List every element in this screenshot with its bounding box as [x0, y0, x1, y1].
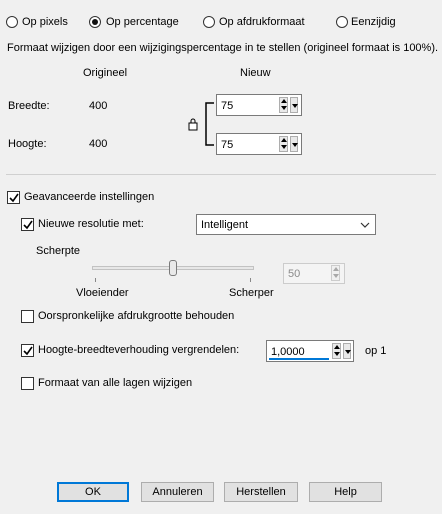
- sharpness-spin-button: [331, 265, 340, 281]
- radio-percentage-label: Op percentage: [106, 16, 179, 28]
- sharpness-label: Scherpte: [36, 245, 81, 257]
- resize-all-layers-checkbox[interactable]: [21, 377, 34, 390]
- width-original-value: 400: [89, 100, 108, 112]
- height-spin-button[interactable]: [279, 136, 288, 152]
- slider-tick-right: [250, 278, 251, 282]
- aspect-ratio-field[interactable]: 1,0000: [266, 340, 354, 362]
- height-dropdown-button[interactable]: [290, 136, 298, 152]
- spin-up-icon: [281, 99, 287, 103]
- chevron-down-icon: [360, 222, 370, 228]
- resolution-method-value: Intelligent: [201, 219, 249, 231]
- focus-underline: [269, 358, 329, 360]
- checkmark-icon: [23, 346, 33, 356]
- spin-up-icon: [281, 138, 287, 142]
- spin-down-icon: [334, 352, 340, 356]
- new-resolution-label[interactable]: Nieuwe resolutie met:: [38, 217, 144, 231]
- radio-print-size[interactable]: [203, 16, 215, 28]
- advanced-settings-label[interactable]: Geavanceerde instellingen: [24, 190, 154, 204]
- new-column-header: Nieuw: [240, 67, 271, 79]
- resolution-method-select[interactable]: Intelligent: [196, 214, 376, 235]
- mode-option-percentage[interactable]: Op percentage: [89, 15, 189, 29]
- slider-thumb[interactable]: [169, 260, 177, 276]
- spin-up-icon: [333, 267, 339, 271]
- width-dropdown-button[interactable]: [290, 97, 298, 113]
- spin-down-icon: [281, 145, 287, 149]
- slider-tick-left: [95, 278, 96, 282]
- advanced-settings-checkbox[interactable]: [7, 191, 20, 204]
- original-column-header: Origineel: [83, 67, 128, 79]
- spin-down-icon: [333, 274, 339, 278]
- link-bracket: [205, 102, 214, 146]
- sharpness-right-label: Scherper: [229, 287, 274, 299]
- mode-option-one-side[interactable]: Eenzijdig: [336, 15, 398, 29]
- height-new-field[interactable]: 75: [216, 133, 302, 155]
- radio-pixels-label: Op pixels: [22, 16, 68, 28]
- sharpness-left-label: Vloeiender: [76, 287, 129, 299]
- radio-pixels[interactable]: [6, 16, 18, 28]
- help-button[interactable]: Help: [309, 482, 382, 502]
- width-new-field[interactable]: 75: [216, 94, 302, 116]
- sharpness-value-field: 50: [283, 263, 345, 284]
- aspect-dropdown-button[interactable]: [343, 343, 351, 359]
- keep-print-size-label[interactable]: Oorspronkelijke afdrukgrootte behouden: [38, 309, 234, 323]
- lock-aspect-checkbox[interactable]: [21, 344, 34, 357]
- new-resolution-checkbox[interactable]: [21, 218, 34, 231]
- radio-one-side[interactable]: [336, 16, 348, 28]
- spin-up-icon: [334, 345, 340, 349]
- sharpness-slider[interactable]: [92, 259, 254, 283]
- aspect-suffix: op 1: [365, 345, 387, 357]
- height-new-value: 75: [221, 139, 234, 151]
- description-text: Formaat wijzigen door een wijzigingsperc…: [7, 42, 439, 54]
- width-spin-button[interactable]: [279, 97, 288, 113]
- lock-aspect-label[interactable]: Hoogte-breedteverhouding vergrendelen:: [38, 343, 239, 357]
- checkmark-icon: [9, 193, 19, 203]
- aspect-spin-button[interactable]: [332, 343, 341, 359]
- keep-print-size-checkbox[interactable]: [21, 310, 34, 323]
- cancel-button[interactable]: Annuleren: [141, 482, 214, 502]
- mode-option-pixels[interactable]: Op pixels: [6, 15, 78, 29]
- height-label: Hoogte:: [8, 138, 47, 150]
- mode-option-print-size[interactable]: Op afdrukformaat: [203, 15, 319, 29]
- width-label: Breedte:: [8, 100, 50, 112]
- section-separator: [6, 174, 436, 175]
- lock-icon[interactable]: [188, 118, 198, 131]
- spin-down-icon: [281, 106, 287, 110]
- reset-button[interactable]: Herstellen: [224, 482, 298, 502]
- height-original-value: 400: [89, 138, 108, 150]
- aspect-ratio-value: 1,0000: [271, 346, 305, 358]
- sharpness-value: 50: [288, 268, 301, 280]
- width-new-value: 75: [221, 100, 234, 112]
- radio-one-side-label: Eenzijdig: [351, 16, 396, 28]
- resize-all-layers-label[interactable]: Formaat van alle lagen wijzigen: [38, 376, 192, 390]
- checkmark-icon: [23, 220, 33, 230]
- ok-button[interactable]: OK: [57, 482, 129, 502]
- radio-percentage[interactable]: [89, 16, 101, 28]
- radio-print-size-label: Op afdrukformaat: [219, 16, 305, 28]
